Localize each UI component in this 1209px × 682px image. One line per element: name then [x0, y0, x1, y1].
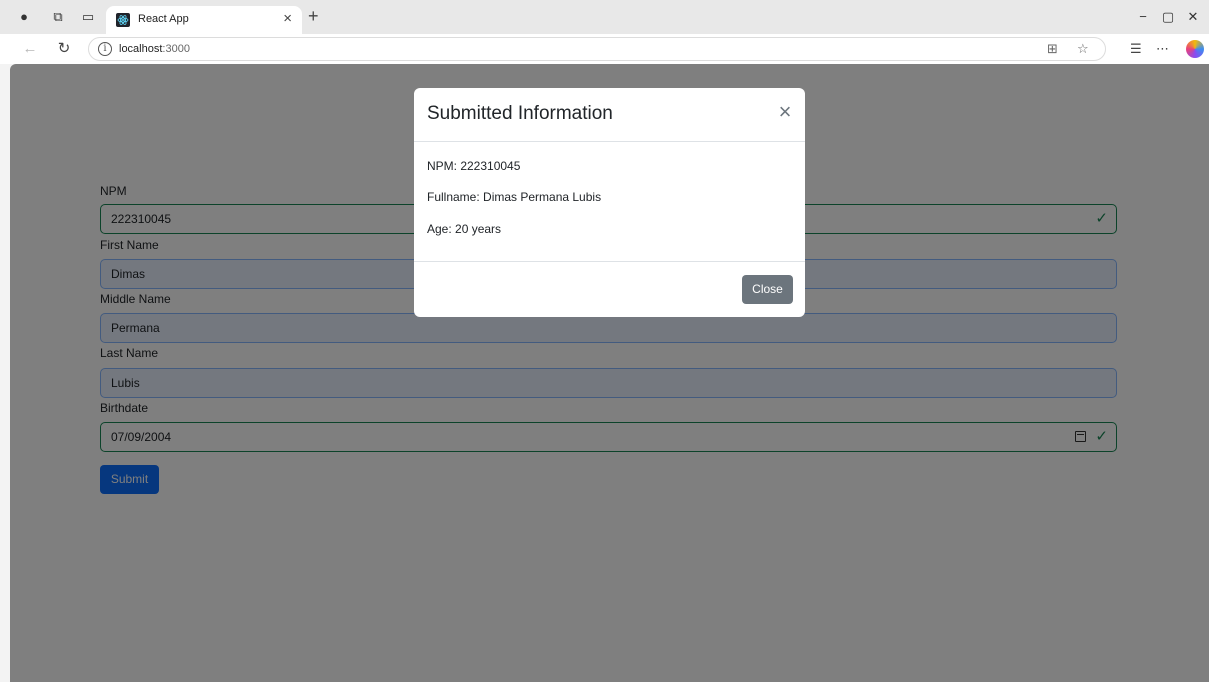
favorites-icon[interactable]: ☰ [1130, 39, 1142, 59]
url-host: localhost [119, 43, 163, 55]
tab-strip: ● ⧉ ▭ React App × + − ▢ ✕ [0, 0, 1209, 34]
tab-react-app[interactable]: React App × [106, 6, 302, 34]
workspaces-icon[interactable]: ⧉ [50, 9, 66, 25]
close-icon[interactable]: × [775, 101, 795, 123]
react-favicon-icon [116, 13, 130, 27]
refresh-icon[interactable]: ↻ [54, 39, 74, 59]
window-close-icon[interactable]: ✕ [1183, 8, 1203, 26]
submitted-info-modal: Submitted Information × NPM: 222310045 F… [414, 88, 805, 317]
tab-close-icon[interactable]: × [283, 10, 292, 28]
url-text[interactable]: localhost:3000 [119, 43, 190, 55]
page-viewport: NPM 222310045 ✓ First Name Dimas Middle … [10, 64, 1209, 682]
url-port: :3000 [162, 43, 190, 55]
new-tab-icon[interactable]: + [308, 6, 319, 26]
back-icon[interactable]: ← [20, 39, 40, 59]
modal-title: Submitted Information [427, 103, 613, 124]
address-bar[interactable]: i localhost:3000 ⊞ ☆ [88, 37, 1106, 61]
age-info: Age: 20 years [427, 222, 502, 236]
copilot-icon[interactable] [1186, 40, 1204, 58]
site-info-icon[interactable]: i [98, 42, 112, 56]
more-menu-icon[interactable]: ⋯ [1156, 39, 1169, 59]
npm-info: NPM: 222310045 [427, 159, 521, 173]
profile-icon[interactable]: ● [16, 9, 32, 25]
split-screen-icon[interactable]: ⊞ [1047, 41, 1058, 57]
modal-footer: Close [414, 261, 805, 317]
close-button[interactable]: Close [742, 275, 793, 304]
fullname-info: Fullname: Dimas Permana Lubis [427, 190, 602, 204]
browser-toolbar: ← ↻ i localhost:3000 ⊞ ☆ ☰ ⋯ [0, 34, 1209, 64]
tab-title: React App [138, 13, 189, 25]
modal-header: Submitted Information × [414, 88, 805, 142]
minimize-icon[interactable]: − [1133, 8, 1153, 26]
restore-icon[interactable]: ▢ [1158, 8, 1178, 26]
favorite-star-icon[interactable]: ☆ [1077, 41, 1089, 57]
tab-actions-icon[interactable]: ▭ [80, 9, 96, 25]
